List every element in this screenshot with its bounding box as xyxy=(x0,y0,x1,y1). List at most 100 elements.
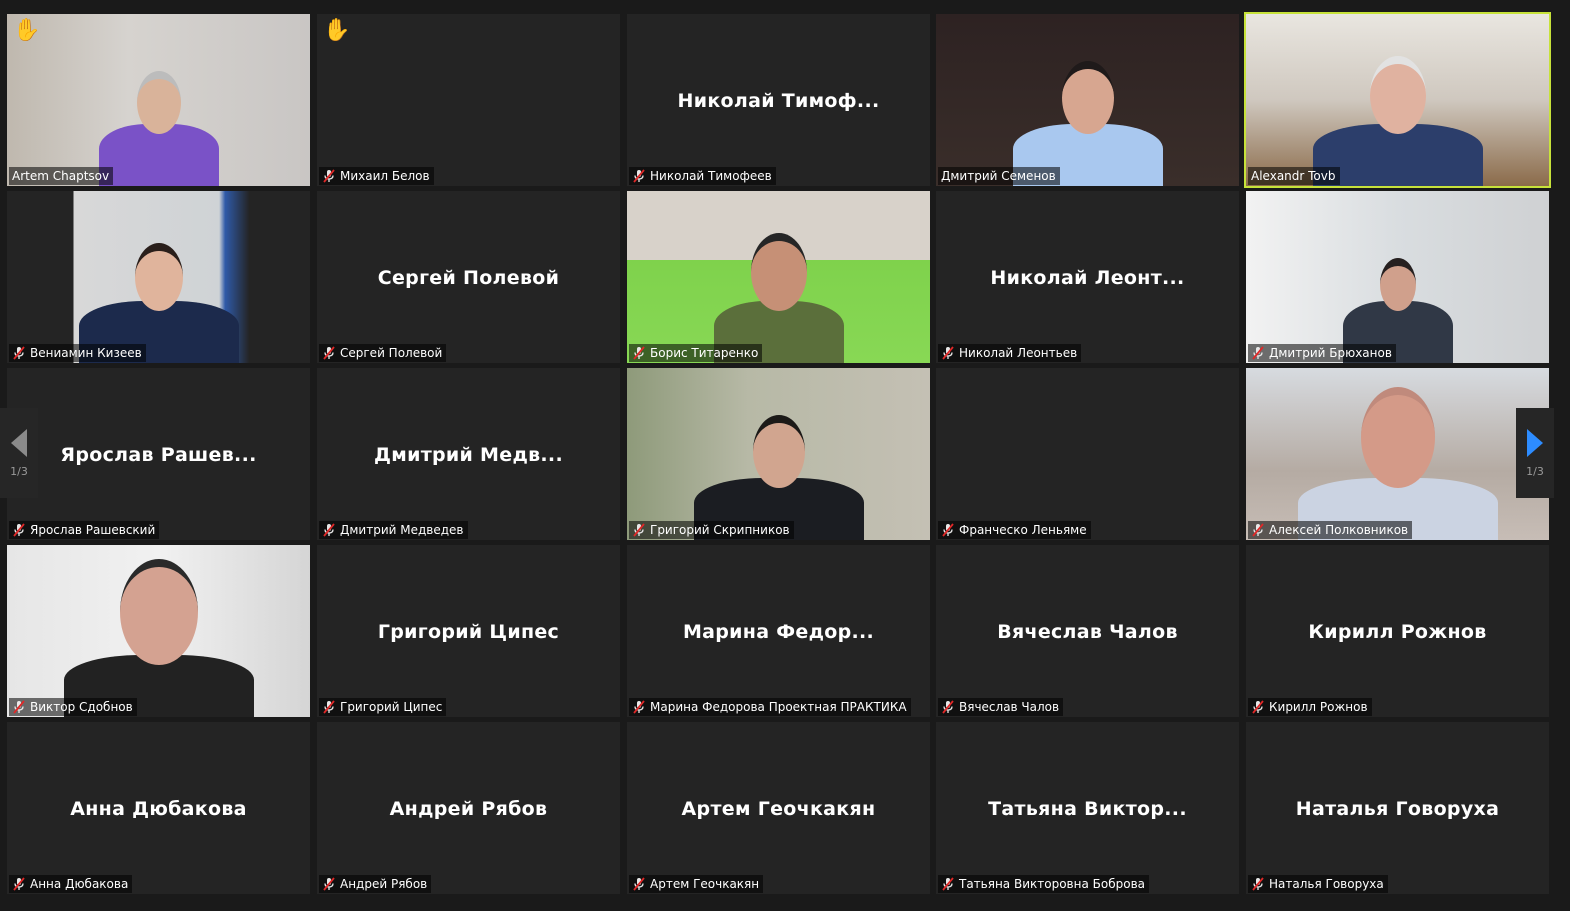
participant-grid: ✋ Artem Chaptsov ✋ Михаил Белов Николай Тимо… xyxy=(0,0,1570,911)
participant-tile[interactable]: Артем Геочкакян Артем Геочкакян xyxy=(627,722,930,894)
participant-tile[interactable]: Дмитрий Семенов xyxy=(936,14,1239,186)
participant-name-tag: Михаил Белов xyxy=(319,167,434,185)
participant-video xyxy=(7,191,310,363)
participant-name-tag: Кирилл Рожнов xyxy=(1248,698,1372,716)
mic-muted-icon xyxy=(12,523,26,537)
participant-tile[interactable]: Виктор Сдобнов xyxy=(7,545,310,717)
participant-name-tag: Григорий Скрипников xyxy=(629,521,794,539)
mic-muted-icon xyxy=(12,877,26,891)
participant-name-label: Кирилл Рожнов xyxy=(1269,700,1368,714)
participant-name-tag: Алексей Полковников xyxy=(1248,521,1413,539)
participant-name-tag: Марина Федорова Проектная ПРАКТИКА xyxy=(629,698,911,716)
participant-display-name: Анна Дюбакова xyxy=(70,798,247,820)
participant-tile[interactable]: Андрей Рябов Андрей Рябов xyxy=(317,722,620,894)
mic-muted-icon xyxy=(632,523,646,537)
participant-name-label: Сергей Полевой xyxy=(340,346,443,360)
participant-name-label: Вячеслав Чалов xyxy=(959,700,1060,714)
participant-name-tag: Виктор Сдобнов xyxy=(9,698,137,716)
participant-tile[interactable]: Николай Леонт... Николай Леонтьев xyxy=(936,191,1239,363)
participant-tile[interactable]: Борис Титаренко xyxy=(627,191,930,363)
mic-muted-icon xyxy=(632,700,646,714)
participant-name-label: Дмитрий Медведев xyxy=(340,523,464,537)
participant-tile[interactable]: Григорий Ципес Григорий Ципес xyxy=(317,545,620,717)
participant-display-name: Николай Леонт... xyxy=(990,267,1185,289)
participant-display-name: Ярослав Рашев... xyxy=(60,444,257,466)
participant-name-tag: Ярослав Рашевский xyxy=(9,521,160,539)
participant-name-label: Артем Геочкакян xyxy=(650,877,760,891)
participant-tile[interactable]: ✋ Михаил Белов xyxy=(317,14,620,186)
participant-name-label: Анна Дюбакова xyxy=(30,877,129,891)
participant-tile[interactable]: Дмитрий Медв... Дмитрий Медведев xyxy=(317,368,620,540)
participant-name-label: Татьяна Викторовна Боброва xyxy=(959,877,1145,891)
participant-tile[interactable]: ✋ Artem Chaptsov xyxy=(7,14,310,186)
participant-tile[interactable]: Алексей Полковников xyxy=(1246,368,1549,540)
mic-muted-icon xyxy=(322,700,336,714)
participant-name-tag: Дмитрий Медведев xyxy=(319,521,468,539)
participant-name-label: Artem Chaptsov xyxy=(12,169,110,183)
next-page-button[interactable]: 1/3 xyxy=(1516,408,1554,498)
mic-muted-icon xyxy=(322,877,336,891)
participant-video xyxy=(7,14,310,186)
chevron-left-icon xyxy=(11,428,27,457)
participant-display-name: Татьяна Виктор... xyxy=(988,798,1187,820)
participant-figure xyxy=(1333,213,1463,363)
participant-tile[interactable]: Кирилл Рожнов Кирилл Рожнов xyxy=(1246,545,1549,717)
participant-display-name: Артем Геочкакян xyxy=(681,798,876,820)
mic-muted-icon xyxy=(322,346,336,360)
participant-video xyxy=(627,191,930,363)
participant-video xyxy=(627,368,930,540)
participant-tile[interactable]: Сергей Полевой Сергей Полевой xyxy=(317,191,620,363)
participant-display-name: Николай Тимоф... xyxy=(677,90,880,112)
mic-muted-icon xyxy=(941,700,955,714)
participant-tile[interactable]: Вениамин Кизеев xyxy=(7,191,310,363)
participant-name-label: Вениамин Кизеев xyxy=(30,346,142,360)
participant-name-tag: Вениамин Кизеев xyxy=(9,344,146,362)
participant-name-tag: Дмитрий Семенов xyxy=(938,167,1060,185)
participant-tile[interactable]: Франческо Леньяме xyxy=(936,368,1239,540)
participant-name-label: Виктор Сдобнов xyxy=(30,700,133,714)
participant-name-label: Наталья Говоруха xyxy=(1269,877,1384,891)
mic-muted-icon xyxy=(322,169,336,183)
participant-tile[interactable]: Вячеслав Чалов Вячеслав Чалов xyxy=(936,545,1239,717)
participant-name-label: Алексей Полковников xyxy=(1269,523,1409,537)
participant-name-tag: Сергей Полевой xyxy=(319,344,447,362)
prev-page-button[interactable]: 1/3 xyxy=(0,408,38,498)
mic-muted-icon xyxy=(941,523,955,537)
mic-muted-icon xyxy=(322,523,336,537)
participant-name-tag: Alexandr Tovb xyxy=(1248,167,1340,185)
participant-video xyxy=(1246,191,1549,363)
participant-name-tag: Наталья Говоруха xyxy=(1248,875,1388,893)
mic-muted-icon xyxy=(1251,346,1265,360)
participant-figure xyxy=(1003,36,1173,186)
participant-display-name: Наталья Говоруха xyxy=(1295,798,1500,820)
mic-muted-icon xyxy=(12,346,26,360)
participant-tile[interactable]: Николай Тимоф... Николай Тимофеев xyxy=(627,14,930,186)
participant-tile[interactable]: Дмитрий Брюханов xyxy=(1246,191,1549,363)
mic-muted-icon xyxy=(632,346,646,360)
participant-figure xyxy=(1303,36,1493,186)
participant-name-tag: Николай Леонтьев xyxy=(938,344,1082,362)
participant-tile[interactable]: Alexandr Tovb xyxy=(1244,12,1551,188)
participant-name-label: Николай Тимофеев xyxy=(650,169,772,183)
participant-tile[interactable]: Григорий Скрипников xyxy=(627,368,930,540)
participant-tile[interactable]: Марина Федор... Марина Федорова Проектная… xyxy=(627,545,930,717)
participant-tile[interactable]: Наталья Говоруха Наталья Говоруха xyxy=(1246,722,1549,894)
participant-name-label: Дмитрий Семенов xyxy=(941,169,1056,183)
participant-name-label: Борис Титаренко xyxy=(650,346,759,360)
mic-muted-icon xyxy=(12,700,26,714)
participant-display-name: Дмитрий Медв... xyxy=(374,444,563,466)
participant-tile[interactable]: Анна Дюбакова Анна Дюбакова xyxy=(7,722,310,894)
participant-name-tag: Artem Chaptsov xyxy=(9,167,114,185)
participant-display-name: Григорий Ципес xyxy=(377,621,560,643)
participant-tile[interactable]: Татьяна Виктор... Татьяна Викторовна Бобр… xyxy=(936,722,1239,894)
raised-hand-icon: ✋ xyxy=(323,18,351,43)
mic-muted-icon xyxy=(1251,523,1265,537)
participant-tile[interactable]: Ярослав Рашев... Ярослав Рашевский xyxy=(7,368,310,540)
participant-video xyxy=(1246,14,1549,186)
participant-display-name: Марина Федор... xyxy=(682,621,875,643)
raised-hand-icon: ✋ xyxy=(13,18,41,43)
participant-name-label: Ярослав Рашевский xyxy=(30,523,156,537)
participant-name-label: Франческо Леньяме xyxy=(959,523,1087,537)
participant-display-name: Вячеслав Чалов xyxy=(997,621,1178,643)
participant-figure xyxy=(54,559,264,717)
